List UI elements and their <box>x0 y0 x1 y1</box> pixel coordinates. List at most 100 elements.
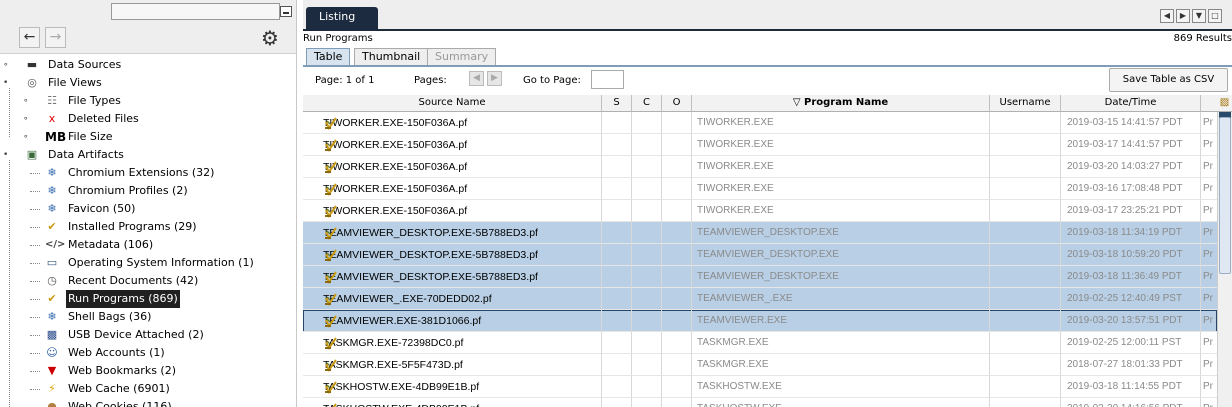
datetime-cell: 2019-03-20 13:57:51 PDT <box>1061 310 1201 332</box>
table-row[interactable]: TIWORKER.EXE-150F036A.pf TIWORKER.EXE 2019… <box>303 200 1217 222</box>
tree-item-run-programs[interactable]: ✔ Run Programs (869) <box>0 290 296 308</box>
arrow-left-icon: ← <box>23 29 36 45</box>
tree-item-chromium-profiles[interactable]: ❄ Chromium Profiles (2) <box>0 182 296 200</box>
column-header-source[interactable]: Source Name <box>303 95 602 112</box>
table-row[interactable]: TEAMVIEWER_.EXE-70DEDD02.pf TEAMVIEWER_.E… <box>303 288 1217 310</box>
empty-cell <box>662 376 692 398</box>
tree-item-file-views[interactable]: • ◎ File Views <box>0 74 296 92</box>
table-row[interactable]: TIWORKER.EXE-150F036A.pf TIWORKER.EXE 2019… <box>303 112 1217 134</box>
table-row[interactable]: TASKHOSTW.EXE-4DB99E1B.pf TASKHOSTW.EXE 20… <box>303 398 1217 407</box>
source-name-cell: TIWORKER.EXE-150F036A.pf <box>303 112 602 134</box>
tree-item-installed-programs[interactable]: ✔ Installed Programs (29) <box>0 218 296 236</box>
table-row[interactable]: TASKHOSTW.EXE-4DB99E1B.pf TASKHOSTW.EXE 20… <box>303 376 1217 398</box>
empty-cell <box>602 266 632 288</box>
usb-icon: ▩ <box>46 328 58 341</box>
empty-cell <box>632 178 662 200</box>
collapsed-toggle-icon[interactable]: ∘ <box>3 61 11 70</box>
tree-item-label: Chromium Profiles (2) <box>68 184 188 197</box>
forward-button[interactable]: → <box>45 27 66 48</box>
datetime-cell: 2019-02-25 12:40:49 PST <box>1061 288 1201 310</box>
gear-icon[interactable]: ⚙ <box>261 28 279 48</box>
table-row[interactable]: TIWORKER.EXE-150F036A.pf TIWORKER.EXE 2019… <box>303 134 1217 156</box>
empty-cell <box>632 266 662 288</box>
tree-item-operating-system-information[interactable]: ▭ Operating System Information (1) <box>0 254 296 272</box>
collapsed-toggle-icon[interactable]: ∘ <box>23 133 31 142</box>
program-name-cell: TEAMVIEWER_DESKTOP.EXE <box>692 244 990 266</box>
run-programs-icon <box>324 380 338 394</box>
tree-item-file-types[interactable]: ∘ ☷ File Types <box>0 92 296 110</box>
tab-scroll-left-icon[interactable]: ◀ <box>1160 9 1174 23</box>
collapsed-toggle-icon[interactable]: ∘ <box>23 97 31 106</box>
source-name-cell: TIWORKER.EXE-150F036A.pf <box>303 156 602 178</box>
column-header-program-name[interactable]: ▽ Program Name <box>692 95 990 112</box>
puzzle-icon: ❄ <box>47 310 57 323</box>
minimize-icon[interactable] <box>280 6 292 17</box>
column-header-datetime[interactable]: Date/Time <box>1061 95 1201 112</box>
expanded-toggle-icon[interactable]: • <box>3 151 11 160</box>
empty-cell <box>990 266 1061 288</box>
maximize-icon[interactable]: □ <box>1208 9 1222 23</box>
column-header-o[interactable]: O <box>662 95 692 112</box>
column-header-s[interactable]: S <box>602 95 632 112</box>
column-chooser-icon[interactable]: ▨ <box>1217 95 1232 112</box>
table-row[interactable]: TIWORKER.EXE-150F036A.pf TIWORKER.EXE 2019… <box>303 156 1217 178</box>
tree-item-metadata[interactable]: </> Metadata (106) <box>0 236 296 254</box>
tree-item-web-cookies[interactable]: ● Web Cookies (116) <box>0 398 296 407</box>
program-name-cell: TEAMVIEWER.EXE <box>692 310 990 332</box>
page-indicator: Page: 1 of 1 <box>315 75 375 86</box>
tree-item-web-cache[interactable]: ⚡ Web Cache (6901) <box>0 380 296 398</box>
tree-item-web-bookmarks[interactable]: ▼ Web Bookmarks (2) <box>0 362 296 380</box>
next-page-button[interactable]: ▶ <box>487 71 502 86</box>
table-row[interactable]: TEAMVIEWER.EXE-381D1066.pf TEAMVIEWER.EXE… <box>303 310 1217 332</box>
empty-cell <box>990 222 1061 244</box>
goto-page-input[interactable] <box>591 70 624 89</box>
table-row[interactable]: TIWORKER.EXE-150F036A.pf TIWORKER.EXE 2019… <box>303 178 1217 200</box>
save-table-csv-button[interactable]: Save Table as CSV <box>1109 68 1228 92</box>
datetime-cell: 2019-03-20 14:16:56 PDT <box>1061 398 1201 407</box>
datetime-cell: 2019-02-25 12:00:11 PST <box>1061 332 1201 354</box>
tree-item-recent-documents[interactable]: ◷ Recent Documents (42) <box>0 272 296 290</box>
column-header-username[interactable]: Username <box>990 95 1061 112</box>
program-name-cell: TASKMGR.EXE <box>692 354 990 376</box>
table-row[interactable]: TEAMVIEWER_DESKTOP.EXE-5B788ED3.pf TEAMVI… <box>303 244 1217 266</box>
tree-item-shell-bags[interactable]: ❄ Shell Bags (36) <box>0 308 296 326</box>
table-row[interactable]: TASKMGR.EXE-5F5F473D.pf TASKMGR.EXE 2018-0… <box>303 354 1217 376</box>
tree-item-data-sources[interactable]: ∘ ▬ Data Sources <box>0 56 296 74</box>
column-header-extra[interactable] <box>1201 95 1217 112</box>
tab-scroll-right-icon[interactable]: ▶ <box>1176 9 1190 23</box>
tree-item-file-size[interactable]: ∘ MB File Size <box>0 128 296 146</box>
tree-item-web-accounts[interactable]: ☺ Web Accounts (1) <box>0 344 296 362</box>
empty-cell <box>632 244 662 266</box>
tree-item-label: Run Programs (869) <box>66 290 180 308</box>
empty-cell <box>662 266 692 288</box>
table-row[interactable]: TEAMVIEWER_DESKTOP.EXE-5B788ED3.pf TEAMVI… <box>303 222 1217 244</box>
tab-thumbnail[interactable]: Thumbnail <box>354 48 429 66</box>
program-name-cell: TIWORKER.EXE <box>692 156 990 178</box>
scrollbar-thumb[interactable] <box>1219 117 1231 274</box>
tab-listing[interactable]: Listing <box>306 7 378 31</box>
prev-page-button[interactable]: ◀ <box>469 71 484 86</box>
run-programs-icon <box>324 314 338 328</box>
empty-cell <box>990 288 1061 310</box>
tree-item-chromium-extensions[interactable]: ❄ Chromium Extensions (32) <box>0 164 296 182</box>
column-header-c[interactable]: C <box>632 95 662 112</box>
tab-table[interactable]: Table <box>306 48 351 66</box>
table-row[interactable]: TASKMGR.EXE-72398DC0.pf TASKMGR.EXE 2019-0… <box>303 332 1217 354</box>
back-button[interactable]: ← <box>19 27 40 48</box>
table-row[interactable]: TEAMVIEWER_DESKTOP.EXE-5B788ED3.pf TEAMVI… <box>303 266 1217 288</box>
program-name-cell: TASKHOSTW.EXE <box>692 398 990 407</box>
run-programs-icon <box>324 248 338 262</box>
extra-cell: Pr <box>1201 266 1217 288</box>
empty-cell <box>632 332 662 354</box>
empty-cell <box>990 156 1061 178</box>
tab-menu-icon[interactable]: ▼ <box>1192 9 1206 23</box>
expanded-toggle-icon[interactable]: • <box>3 79 11 88</box>
tree-item-data-artifacts[interactable]: • ▣ Data Artifacts <box>0 146 296 164</box>
vertical-scrollbar[interactable] <box>1217 112 1232 407</box>
collapsed-toggle-icon[interactable]: ∘ <box>23 115 31 124</box>
run-programs-icon <box>324 358 338 372</box>
tree-item-usb-device-attached[interactable]: ▩ USB Device Attached (2) <box>0 326 296 344</box>
tab-summary[interactable]: Summary <box>427 48 497 66</box>
tree-item-favicon[interactable]: ❄ Favicon (50) <box>0 200 296 218</box>
tree-item-deleted-files[interactable]: ∘ x Deleted Files <box>0 110 296 128</box>
